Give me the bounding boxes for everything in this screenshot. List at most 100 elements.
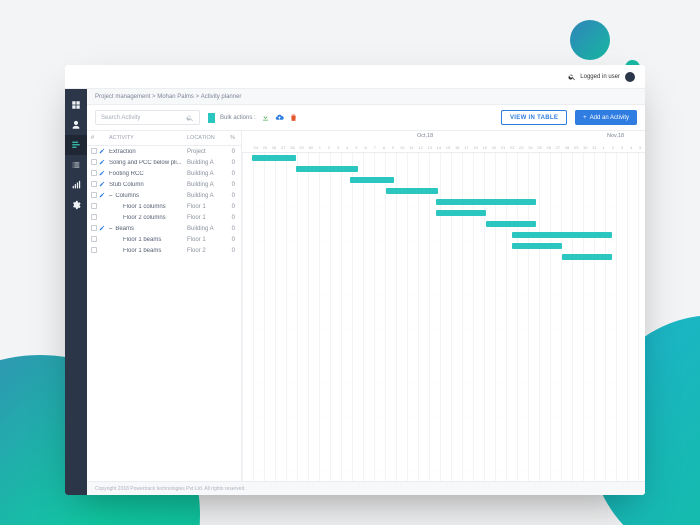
col-location: LOCATION — [187, 135, 225, 141]
activity-table: # ACTIVITY LOCATION % ExtractionProject0… — [87, 131, 242, 481]
activity-location: Building A — [187, 182, 225, 188]
gantt-bar[interactable] — [486, 221, 536, 227]
list-icon — [71, 160, 81, 170]
day-tick: 23 — [517, 145, 526, 150]
table-row[interactable]: –BeamsBuilding A0 — [87, 223, 241, 234]
edit-button[interactable] — [99, 192, 109, 200]
day-tick: 14 — [434, 145, 443, 150]
avatar[interactable] — [625, 72, 635, 82]
edit-button[interactable] — [99, 148, 109, 156]
col-pct: % — [225, 135, 235, 141]
activity-name: Floor 1 beams — [109, 237, 187, 243]
search-icon[interactable] — [568, 73, 576, 81]
search-input[interactable]: Search Activity — [95, 110, 200, 125]
row-checkbox[interactable] — [91, 192, 99, 200]
table-row[interactable]: Floor 1 beamsFloor 10 — [87, 234, 241, 245]
sidebar-item-gantt[interactable] — [65, 135, 87, 155]
add-activity-button[interactable]: + Add an Activity — [575, 110, 637, 125]
download-icon[interactable] — [261, 113, 270, 122]
activity-name: Footing RCC — [109, 171, 187, 177]
day-tick: 1 — [315, 145, 324, 150]
table-row[interactable]: Soling and PCC below pli...Building A0 — [87, 157, 241, 168]
table-row[interactable]: –ColumnsBuilding A0 — [87, 190, 241, 201]
activity-location: Building A — [187, 193, 225, 199]
pencil-icon — [99, 159, 105, 165]
day-tick: 29 — [297, 145, 306, 150]
pencil-icon — [99, 170, 105, 176]
day-tick: 2 — [608, 145, 617, 150]
gantt-bar[interactable] — [436, 199, 536, 205]
day-tick: 26 — [269, 145, 278, 150]
activity-location: Project — [187, 149, 225, 155]
sidebar-item-settings[interactable] — [65, 195, 87, 215]
edit-button[interactable] — [99, 159, 109, 167]
row-checkbox[interactable] — [91, 225, 99, 233]
day-tick: 8 — [379, 145, 388, 150]
activity-location: Building A — [187, 171, 225, 177]
gantt-bar[interactable] — [296, 166, 358, 172]
activity-pct: 0 — [225, 204, 235, 210]
sidebar-item-reports[interactable] — [65, 175, 87, 195]
edit-button[interactable] — [99, 170, 109, 178]
view-in-table-button[interactable]: VIEW IN TABLE — [501, 110, 567, 125]
month-label: Oct,18 — [417, 133, 433, 139]
gantt-bar[interactable] — [252, 155, 296, 161]
sidebar-item-list[interactable] — [65, 155, 87, 175]
gantt-timeline[interactable]: Oct,18Nov,18 242526272829301234567891011… — [242, 131, 645, 481]
row-checkbox[interactable] — [91, 159, 99, 167]
row-checkbox[interactable] — [91, 203, 99, 211]
sidebar-item-dashboard[interactable] — [65, 95, 87, 115]
bulk-marker-icon — [208, 113, 215, 123]
pencil-icon — [99, 192, 105, 198]
gantt-bar[interactable] — [436, 210, 486, 216]
gantt-bar[interactable] — [512, 232, 612, 238]
activity-pct: 0 — [225, 171, 235, 177]
day-tick: 3 — [334, 145, 343, 150]
activity-location: Floor 2 — [187, 248, 225, 254]
activity-location: Floor 1 — [187, 215, 225, 221]
day-tick: 25 — [535, 145, 544, 150]
edit-button[interactable] — [99, 181, 109, 189]
gantt-bar[interactable] — [512, 243, 562, 249]
table-row[interactable]: Stub ColumnBuilding A0 — [87, 179, 241, 190]
collapse-toggle[interactable]: – — [109, 193, 112, 199]
row-checkbox[interactable] — [91, 181, 99, 189]
activity-name: –Beams — [109, 226, 187, 232]
row-checkbox[interactable] — [91, 214, 99, 222]
gantt-bar[interactable] — [350, 177, 394, 183]
gantt-bar[interactable] — [562, 254, 612, 260]
bulk-actions: Bulk actions : — [208, 113, 298, 123]
row-checkbox[interactable] — [91, 247, 99, 255]
collapse-toggle[interactable]: – — [109, 226, 112, 232]
day-tick: 20 — [489, 145, 498, 150]
table-row[interactable]: ExtractionProject0 — [87, 146, 241, 157]
logged-in-label: Logged in user — [580, 74, 620, 80]
day-tick: 27 — [553, 145, 562, 150]
table-row[interactable]: Floor 1 columnsFloor 10 — [87, 201, 241, 212]
edit-button[interactable] — [99, 225, 109, 233]
day-tick: 5 — [352, 145, 361, 150]
topbar: Logged in user — [65, 65, 645, 89]
table-row[interactable]: Footing RCCBuilding A0 — [87, 168, 241, 179]
month-label: Nov,18 — [607, 133, 624, 139]
cloud-upload-icon[interactable] — [275, 113, 284, 122]
row-checkbox[interactable] — [91, 236, 99, 244]
row-checkbox[interactable] — [91, 170, 99, 178]
gantt-bar[interactable] — [386, 188, 438, 194]
row-checkbox[interactable] — [91, 148, 99, 156]
activity-name: Floor 1 columns — [109, 204, 187, 210]
table-row[interactable]: Floor 2 columnsFloor 10 — [87, 212, 241, 223]
sidebar-item-users[interactable] — [65, 115, 87, 135]
day-tick: 28 — [288, 145, 297, 150]
plus-icon: + — [583, 115, 587, 121]
day-tick: 18 — [471, 145, 480, 150]
activity-location: Building A — [187, 160, 225, 166]
trash-icon[interactable] — [289, 113, 298, 122]
gantt-icon — [71, 140, 81, 150]
day-tick: 31 — [590, 145, 599, 150]
day-tick: 15 — [443, 145, 452, 150]
sidebar — [65, 89, 87, 495]
activity-location: Floor 1 — [187, 237, 225, 243]
day-tick: 19 — [480, 145, 489, 150]
table-row[interactable]: Floor 1 beamsFloor 20 — [87, 245, 241, 256]
